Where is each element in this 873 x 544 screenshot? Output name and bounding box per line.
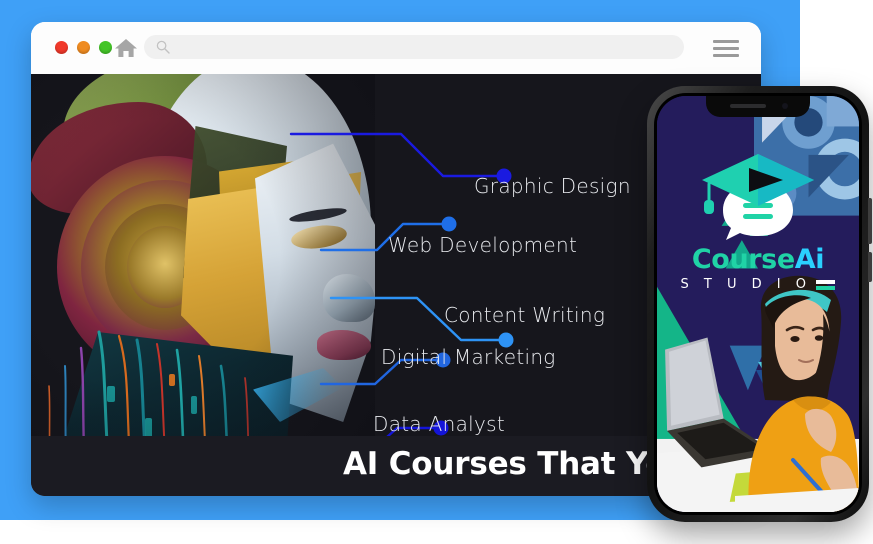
screenshot-stage: Graphic Design Web Development Content W… <box>0 0 873 544</box>
graduation-cap-play-chat-icon <box>702 154 814 240</box>
phone-volume-up-button[interactable] <box>868 198 872 244</box>
app-logo: CourseAi S T U D I O <box>657 148 859 292</box>
home-icon[interactable] <box>113 35 139 61</box>
brand-name: CourseAi <box>657 244 859 275</box>
phone-mockup: CourseAi S T U D I O <box>647 86 872 522</box>
hero-label-digital-marketing: Digital Marketing <box>381 345 556 369</box>
close-window-button[interactable] <box>55 41 68 54</box>
phone-notch <box>706 96 810 117</box>
hero-label-graphic-design: Graphic Design <box>474 174 631 198</box>
search-icon <box>156 40 170 54</box>
earpiece-speaker-icon <box>730 104 766 108</box>
phone-volume-down-button[interactable] <box>868 252 872 282</box>
brand-subtitle-row: S T U D I O <box>657 277 859 292</box>
hero-label-web-development: Web Development <box>388 233 578 257</box>
brand-subtitle: S T U D I O <box>680 277 812 292</box>
phone-bezel: CourseAi S T U D I O <box>654 93 862 515</box>
brand-accent-bars <box>816 279 836 290</box>
maximize-window-button[interactable] <box>99 41 112 54</box>
hero-label-data-analyst: Data Analyst <box>373 412 505 436</box>
front-camera-icon <box>782 103 788 109</box>
search-input[interactable] <box>144 35 684 59</box>
browser-toolbar <box>31 22 761 74</box>
student-photo <box>735 275 859 512</box>
hero-label-content-writing: Content Writing <box>444 303 606 327</box>
brand-accent: Ai <box>794 244 825 275</box>
minimize-window-button[interactable] <box>77 41 90 54</box>
phone-screen: CourseAi S T U D I O <box>657 96 859 512</box>
node-dot-web-development <box>441 216 457 232</box>
brand-primary: Course <box>691 244 795 275</box>
hamburger-menu-icon[interactable] <box>713 40 739 57</box>
window-traffic-lights <box>55 41 112 54</box>
